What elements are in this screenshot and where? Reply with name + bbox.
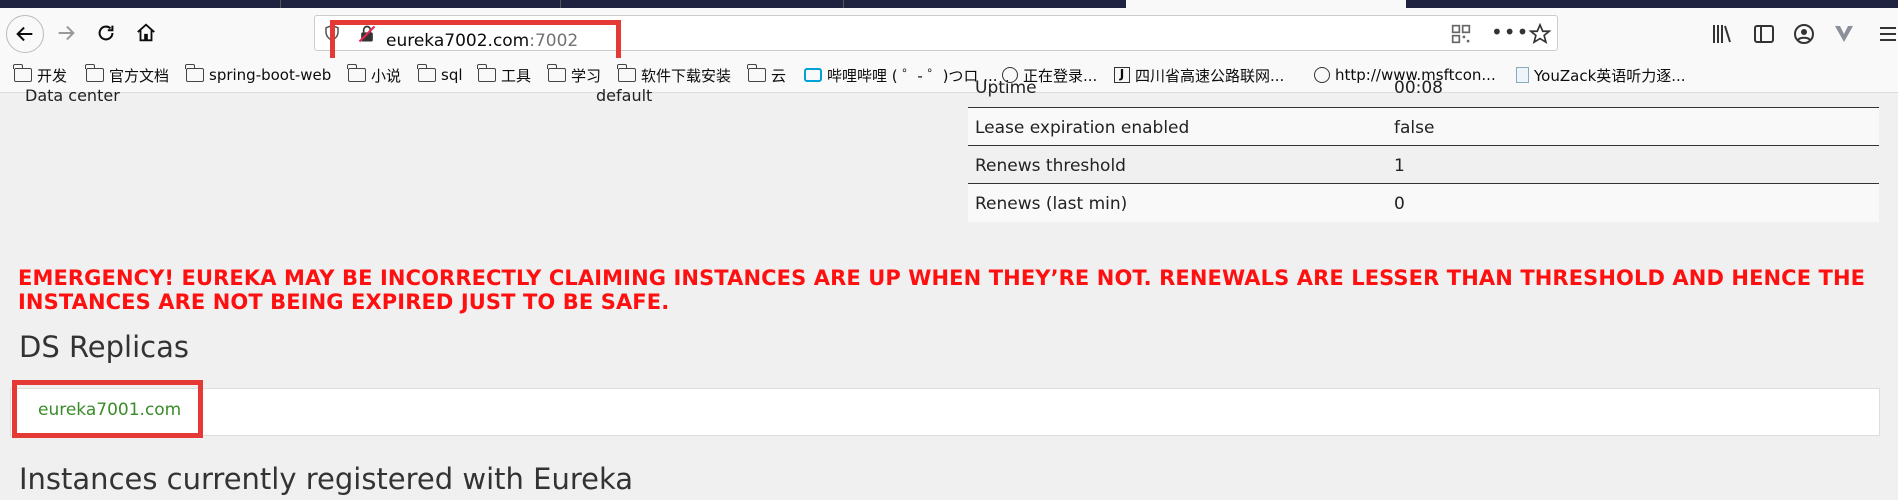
info-value-data-center: default: [596, 86, 653, 105]
bookmark-label: 学习: [571, 66, 602, 85]
row-value: 1: [1394, 156, 1405, 176]
row-key: Uptime: [975, 78, 1037, 98]
reload-icon: [98, 25, 114, 41]
bookmark-star-icon[interactable]: [1529, 23, 1551, 45]
sidebar-icon[interactable]: [1752, 22, 1776, 46]
bookmark-sql[interactable]: sql: [417, 64, 463, 86]
forward-arrow-icon: [58, 25, 75, 41]
folder-icon: [85, 64, 104, 82]
bookmark-label: 工具: [501, 66, 532, 85]
home-button[interactable]: [128, 15, 164, 51]
page-actions-icon[interactable]: •••: [1491, 20, 1529, 44]
url-text[interactable]: eureka7002.com:7002: [386, 23, 578, 59]
bookmark-label: spring-boot-web: [209, 66, 332, 84]
folder-icon: [477, 64, 496, 82]
bookmark-gongju[interactable]: 工具: [477, 64, 532, 86]
row-key: Renews threshold: [975, 156, 1126, 176]
folder-icon: [617, 64, 636, 82]
folder-icon: [547, 64, 566, 82]
bookmark-guanfangwendang[interactable]: 官方文档: [85, 64, 170, 86]
bookmark-label: 开发: [37, 66, 68, 85]
home-icon: [137, 23, 155, 42]
table-row: Uptime 00:08: [968, 74, 1879, 108]
tab-separator: [560, 0, 561, 8]
bookmark-ruanjian[interactable]: 软件下载安装: [617, 64, 732, 86]
bookmark-label: 云: [771, 66, 787, 85]
bookmark-label: 官方文档: [109, 66, 170, 85]
folder-icon: [347, 64, 366, 82]
replica-highlight-box: [12, 380, 203, 438]
navigation-toolbar: ••• eureka7002.com:7002: [0, 8, 1898, 73]
folder-icon: [417, 64, 436, 82]
tab-strip: [0, 0, 1898, 8]
page-content: Data center default Uptime 00:08 Lease e…: [0, 78, 1898, 500]
url-host: eureka7002.com: [386, 31, 530, 51]
bookmark-label: 软件下载安装: [641, 66, 732, 85]
table-row: Lease expiration enabled false: [968, 108, 1879, 146]
folder-icon: [13, 64, 32, 82]
back-arrow-icon: [16, 26, 33, 42]
reload-button[interactable]: [88, 15, 124, 51]
active-tab[interactable]: [1126, 0, 1406, 8]
table-row: Renews (last min) 0: [968, 184, 1879, 222]
instances-heading: Instances currently registered with Eure…: [19, 462, 634, 496]
row-value: false: [1394, 118, 1435, 138]
extension-v-icon[interactable]: [1832, 22, 1856, 46]
bookmark-label: sql: [441, 66, 463, 84]
emergency-warning: EMERGENCY! EUREKA MAY BE INCORRECTLY CLA…: [18, 266, 1866, 314]
tab-separator: [280, 0, 281, 8]
replica-list: [10, 388, 1880, 436]
forward-button[interactable]: [48, 15, 84, 51]
qr-code-icon[interactable]: [1451, 24, 1471, 44]
bookmark-xuexi[interactable]: 学习: [547, 64, 602, 86]
library-icon[interactable]: [1710, 22, 1734, 46]
row-key: Lease expiration enabled: [975, 118, 1190, 138]
bookmark-yun[interactable]: 云: [747, 64, 787, 86]
row-value: 0: [1394, 194, 1405, 214]
bookmark-spring-boot-web[interactable]: spring-boot-web: [185, 64, 332, 86]
ds-replicas-heading: DS Replicas: [19, 330, 189, 364]
tab-separator: [843, 0, 844, 8]
info-label-data-center: Data center: [25, 86, 120, 105]
url-port: :7002: [529, 31, 579, 51]
bilibili-icon: [804, 68, 822, 82]
bookmark-kaifa[interactable]: 开发: [13, 64, 68, 86]
bookmark-xiaoshuo[interactable]: 小说: [347, 64, 402, 86]
table-row: Renews threshold 1: [968, 146, 1879, 184]
bookmark-label: 小说: [371, 66, 402, 85]
menu-icon[interactable]: [1876, 22, 1898, 46]
row-key: Renews (last min): [975, 194, 1128, 214]
account-icon[interactable]: [1792, 22, 1816, 46]
row-value: 00:08: [1394, 78, 1443, 98]
back-button[interactable]: [6, 15, 44, 53]
folder-icon: [185, 64, 204, 82]
folder-icon: [747, 64, 766, 82]
